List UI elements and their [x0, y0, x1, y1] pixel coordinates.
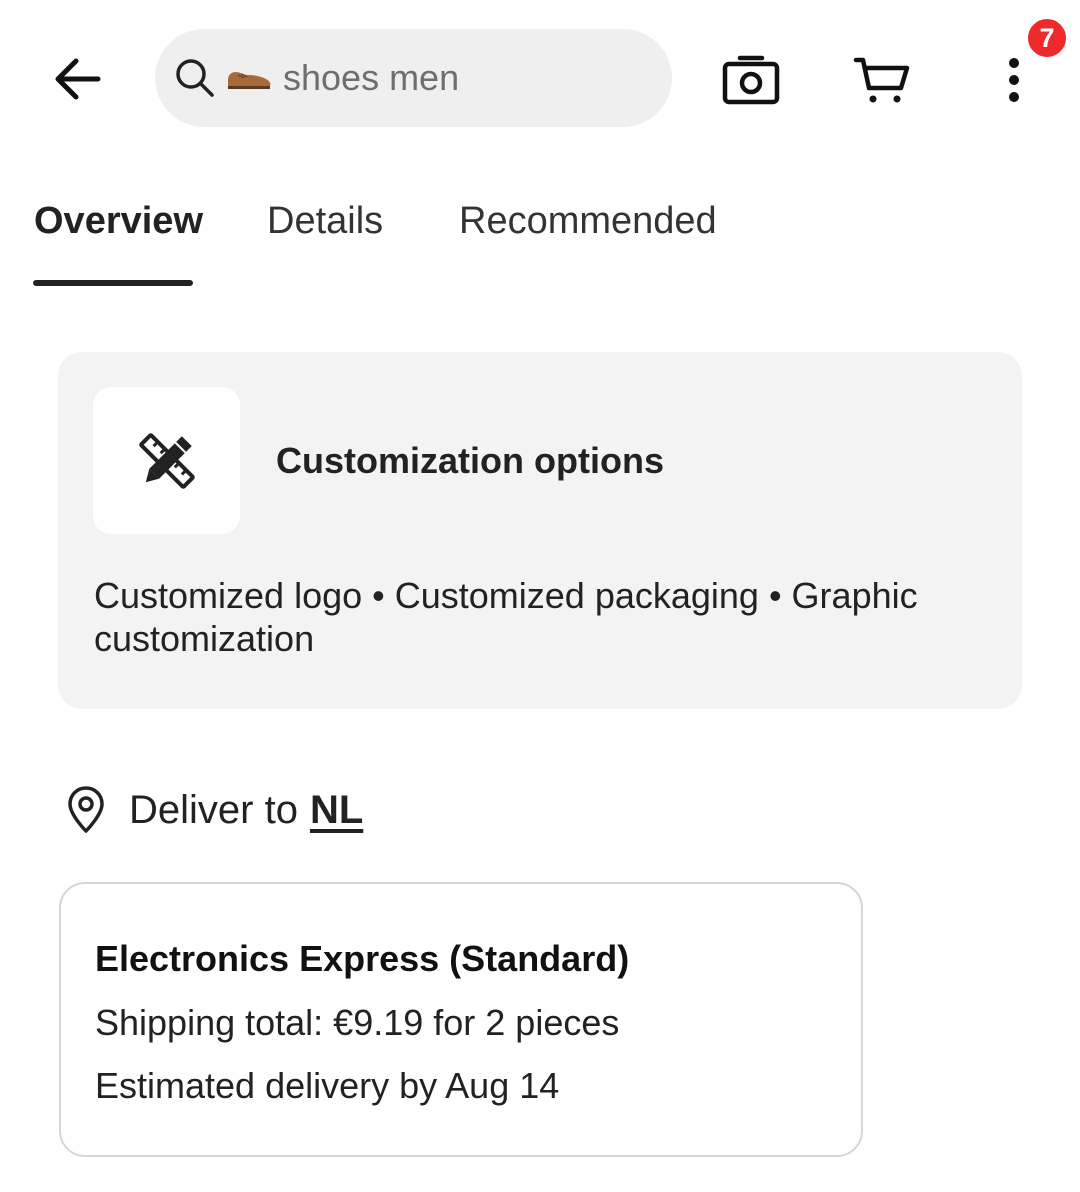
camera-icon	[722, 55, 780, 105]
more-options-button[interactable]	[990, 46, 1038, 114]
tab-overview[interactable]: Overview	[34, 200, 203, 243]
search-icon	[173, 56, 217, 100]
customization-icon-box	[93, 387, 240, 534]
arrow-left-icon	[55, 58, 101, 100]
search-bar[interactable]: shoes men	[155, 29, 672, 127]
ruler-pencil-icon	[138, 432, 195, 489]
cart-button[interactable]	[848, 46, 916, 114]
shipping-option-card[interactable]: Electronics Express (Standard) Shipping …	[59, 882, 863, 1157]
shipping-total-text: Shipping total: €9.19 for 2 pieces	[95, 1002, 620, 1043]
tab-recommended[interactable]: Recommended	[459, 200, 717, 243]
deliver-to-row[interactable]: Deliver to NL	[64, 780, 363, 840]
active-tab-indicator	[33, 280, 193, 286]
customization-description: Customized logo • Customized packaging •…	[94, 575, 918, 659]
shipping-method-title: Electronics Express (Standard)	[95, 938, 630, 979]
customization-title: Customization options	[276, 440, 664, 481]
tab-details[interactable]: Details	[267, 200, 383, 243]
top-bar: shoes men 7	[0, 0, 1080, 160]
tab-bar: Overview Details Recommended	[0, 170, 1080, 300]
notification-badge: 7	[1026, 17, 1068, 59]
deliver-country-link[interactable]: NL	[310, 788, 363, 833]
back-button[interactable]	[44, 46, 110, 112]
deliver-to-label: Deliver to	[129, 787, 298, 832]
location-pin-icon	[64, 784, 108, 836]
camera-search-button[interactable]	[717, 46, 785, 114]
search-query-text: shoes men	[283, 57, 460, 98]
vertical-dots-icon	[1009, 58, 1019, 102]
cart-icon	[853, 57, 910, 103]
customization-card[interactable]: Customization options Customized logo • …	[58, 352, 1022, 709]
brown-shoe-icon	[225, 63, 273, 93]
estimated-delivery-text: Estimated delivery by Aug 14	[95, 1065, 560, 1106]
